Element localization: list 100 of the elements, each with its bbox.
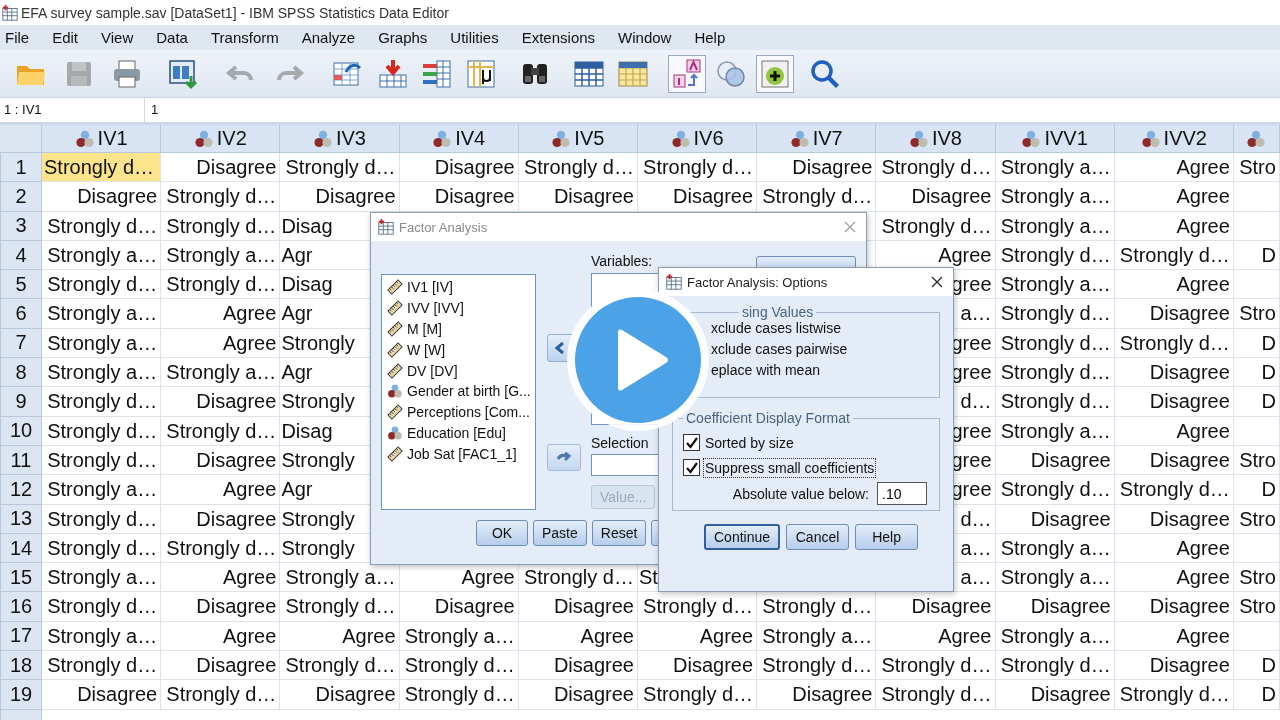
table-cell: Strongly d… — [399, 651, 519, 681]
table-cell: Disagree — [995, 504, 1115, 534]
nominal-variable-icon — [432, 128, 453, 149]
empty-cell — [1233, 533, 1280, 564]
table-cell: Strongly d… — [995, 328, 1115, 359]
column-header[interactable]: IV2 — [161, 125, 281, 153]
table-cell: Agree — [1114, 211, 1234, 241]
close-icon[interactable] — [931, 276, 943, 288]
table-cell: Disagree — [42, 182, 162, 212]
row-header[interactable]: 19 — [0, 680, 42, 710]
table-cell: Strongly a… — [995, 416, 1115, 446]
column-header[interactable]: IV1 — [42, 125, 162, 153]
dialog-button[interactable]: OK — [476, 520, 528, 546]
table-cell: Strongly d… — [42, 651, 162, 681]
table-cell: Strongly d… — [161, 182, 281, 212]
cell-value-field[interactable]: 1 — [145, 98, 1280, 122]
table-cell: Agree — [876, 621, 996, 652]
variable-name: Job Sat [FAC1_1] — [407, 445, 517, 462]
dialog-button[interactable]: Help — [855, 524, 919, 550]
row-header[interactable]: 3 — [0, 211, 42, 241]
table-cell: Disagree — [995, 592, 1115, 622]
nominal-variable-icon — [387, 424, 403, 441]
dialog-button[interactable]: Cancel — [786, 524, 850, 550]
table-cell: Strongly d… — [161, 680, 281, 710]
nominal-variable-icon — [908, 128, 929, 149]
menu-item[interactable]: File — [0, 27, 40, 48]
row-header[interactable]: 17 — [0, 621, 42, 652]
nominal-variable-icon — [312, 128, 333, 149]
table-cell: Strongly d… — [1114, 475, 1234, 505]
menu-item[interactable]: Window — [613, 27, 682, 48]
value-labels-icon[interactable] — [668, 54, 706, 93]
column-header[interactable]: IV7 — [757, 125, 877, 153]
variable-name: IVV [IVV] — [407, 300, 464, 317]
row-header[interactable]: 13 — [0, 504, 42, 534]
table-cell: Strongly a… — [42, 328, 162, 359]
dialog-button[interactable]: Continue — [704, 524, 781, 550]
row-header[interactable]: 15 — [0, 563, 42, 593]
column-header[interactable]: IVV1 — [995, 125, 1115, 153]
column-header[interactable]: IV6 — [637, 125, 758, 153]
table-cell: Agree — [1114, 182, 1234, 212]
checkbox-label[interactable]: Suppress small coefficients — [703, 457, 877, 478]
table-cell: Strongly a… — [995, 153, 1115, 183]
table-cell: Strongly d… — [1114, 240, 1234, 271]
menu-item[interactable]: View — [96, 27, 144, 48]
row-header[interactable]: 4 — [0, 240, 42, 271]
table-cell: Strongly a… — [995, 211, 1115, 241]
table-cell: Strongly a… — [995, 182, 1115, 212]
nominal-variable-icon — [1021, 128, 1042, 149]
dialog-title: Factor Analysis — [399, 219, 489, 235]
field-label: Variables: — [591, 253, 653, 270]
nominal-variable-icon — [387, 383, 403, 400]
row-header[interactable]: 11 — [0, 445, 42, 476]
variable-list[interactable]: IV1 [IV] IVV [IVV] M [M] W [W] DV [DV] Gender at birth [G... Perceptions [Com... Education [Edu] Job Sat [FAC1_1] — [381, 274, 536, 510]
empty-cell — [1233, 416, 1280, 446]
checkbox[interactable] — [683, 459, 700, 476]
variable-name: IV1 [IV] — [407, 279, 453, 296]
menu-item[interactable]: Analyze — [296, 27, 366, 48]
table-cell: Strongly d… — [995, 387, 1115, 417]
checkbox[interactable] — [683, 434, 700, 451]
input-field[interactable]: .10 — [877, 482, 927, 505]
dialog-button[interactable]: Reset — [591, 520, 647, 546]
menu-item[interactable]: Transform — [205, 27, 289, 48]
row-header[interactable]: 7 — [0, 328, 42, 359]
nominal-variable-icon — [1140, 128, 1161, 149]
row-header[interactable]: 12 — [0, 475, 42, 505]
row-header[interactable]: 6 — [0, 299, 42, 329]
menu-item[interactable]: Data — [151, 27, 198, 48]
menu-item[interactable]: Help — [689, 27, 736, 48]
dialog-button[interactable]: Paste — [533, 520, 587, 546]
row-header[interactable]: 18 — [0, 651, 42, 681]
column-header[interactable]: IV4 — [399, 125, 519, 153]
column-header[interactable]: IVV2 — [1114, 125, 1234, 153]
table-cell: D — [1233, 240, 1280, 271]
column-header[interactable]: IV8 — [876, 125, 996, 153]
row-header[interactable]: 10 — [0, 416, 42, 446]
table-cell: Agree — [1114, 563, 1234, 593]
menu-item[interactable]: Extensions — [516, 27, 606, 48]
checkbox-label[interactable]: Sorted by size — [703, 432, 796, 453]
menu-item[interactable]: Utilities — [445, 27, 509, 48]
table-cell: Strongly d… — [995, 651, 1115, 681]
table-cell: Strongly a… — [995, 563, 1115, 593]
table-cell: Disagree — [399, 182, 519, 212]
row-header[interactable]: 5 — [0, 270, 42, 300]
row-header[interactable]: 9 — [0, 387, 42, 417]
dialog-title: Factor Analysis: Options — [687, 274, 829, 290]
table-cell: Disagree — [1114, 592, 1234, 622]
menu-item[interactable]: Edit — [47, 27, 89, 48]
menu-item[interactable]: Graphs — [373, 27, 438, 48]
column-header[interactable]: IV3 — [280, 125, 400, 153]
row-header[interactable]: 1 — [0, 153, 42, 183]
variable-name: Perceptions [Com... — [407, 404, 530, 421]
table-cell: Disagree — [1114, 651, 1234, 681]
column-header[interactable]: IV5 — [518, 125, 638, 153]
row-header[interactable]: 2 — [0, 182, 42, 212]
row-header[interactable]: 8 — [0, 358, 42, 388]
row-header[interactable]: 16 — [0, 592, 42, 622]
column-header[interactable] — [1233, 125, 1280, 153]
table-cell: D — [1233, 358, 1280, 388]
row-header[interactable]: 14 — [0, 533, 42, 564]
move-right-button[interactable] — [546, 444, 581, 471]
